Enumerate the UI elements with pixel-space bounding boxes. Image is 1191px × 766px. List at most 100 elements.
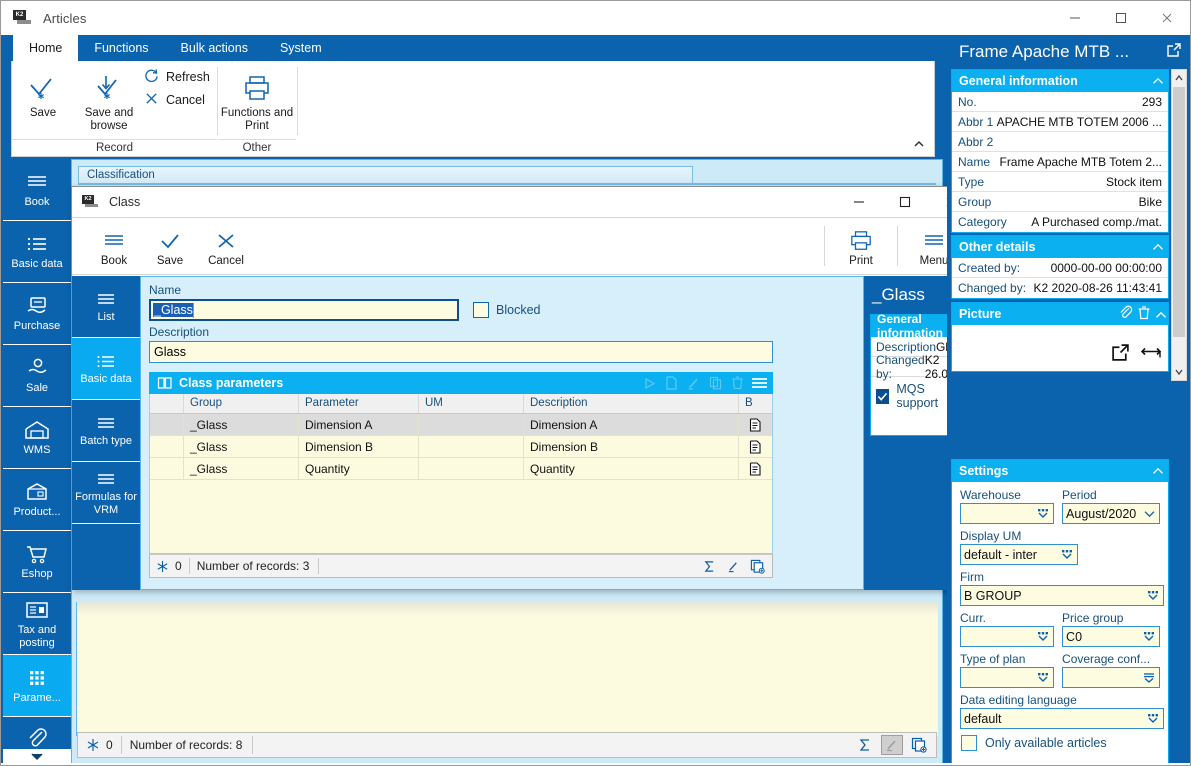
params-sum-button[interactable] [699,557,719,575]
warehouse-input[interactable] [960,503,1055,524]
main-new-record-button[interactable] [908,735,930,755]
functions-and-print-button[interactable]: Functions and Print [218,61,296,133]
type-of-plan-input[interactable] [960,667,1055,688]
open-picture-button[interactable] [1111,343,1130,365]
trash-icon[interactable] [1137,306,1154,323]
period-input[interactable]: August/2020 [1062,503,1160,524]
column-parameter[interactable]: Parameter [299,394,419,413]
params-copy-button[interactable] [706,374,724,392]
note-icon[interactable] [739,414,772,435]
note-icon[interactable] [739,436,772,457]
settings-header[interactable]: Settings [952,460,1168,482]
sidebar-item-wms[interactable]: WMS [3,407,71,469]
column-description[interactable]: Description [524,394,739,413]
dialog-nav-list[interactable]: List [72,276,140,338]
params-new-button[interactable] [662,374,680,392]
chevron-down-icon[interactable] [1143,509,1156,518]
caret-up-icon[interactable] [1172,70,1186,86]
main-sum-button[interactable] [854,735,876,755]
close-icon[interactable] [1144,1,1190,35]
other-details-header[interactable]: Other details [952,236,1168,258]
chevron-up-icon[interactable] [1148,237,1168,257]
picture-header[interactable]: Picture [952,303,1168,325]
display-um-input[interactable]: default - inter [960,544,1078,565]
column-group[interactable]: Group [184,394,299,413]
table-row[interactable]: _Glass Dimension B Dimension B [150,436,772,458]
external-link-icon[interactable] [1166,42,1182,63]
cancel-button[interactable]: Cancel [144,91,216,109]
multi-caret-icon[interactable] [1146,712,1160,725]
sidebar-item-book-label: Book [24,196,50,209]
dialog-book-button[interactable]: Book [86,225,142,267]
description-input[interactable]: Glass [149,341,773,363]
refresh-button[interactable]: Refresh [144,68,216,86]
sidebar-item-sale[interactable]: Sale [3,345,71,407]
sidebar-item-parameters[interactable]: Parame... [3,655,71,717]
tab-bulk-actions[interactable]: Bulk actions [165,35,264,61]
dialog-save-button[interactable]: Save [142,225,198,267]
params-edit-button[interactable] [684,374,702,392]
dialog-nav-basic-data[interactable]: Basic data [72,338,140,400]
paperclip-icon[interactable] [1118,305,1136,323]
coverage-conf-input[interactable] [1062,667,1160,688]
params-run-button[interactable] [640,374,658,392]
dialog-print-button[interactable]: Print [833,225,889,267]
table-row[interactable]: _Glass Quantity Quantity [150,458,772,480]
sidebar-item-book[interactable]: Book [3,159,71,221]
data-editing-language-input[interactable]: default [960,708,1164,729]
ribbon-collapse-icon[interactable] [912,138,928,154]
class-minimize-icon[interactable] [836,187,882,217]
main-edit-button[interactable] [881,735,903,755]
bars-caret-icon[interactable] [1142,671,1156,684]
class-maximize-icon[interactable] [882,187,928,217]
only-available-articles-checkbox[interactable]: Only available articles [960,735,1160,751]
params-menu-button[interactable] [750,374,768,392]
save-and-browse-button[interactable]: Save and browse [74,61,144,133]
cell-parameter: Quantity [299,458,419,479]
sidebar-item-purchase[interactable]: Purchase [3,283,71,345]
dialog-print-label: Print [849,255,873,267]
firm-input[interactable]: B GROUP [960,585,1164,606]
sidebar-item-basic-data[interactable]: Basic data [3,221,71,283]
tab-functions[interactable]: Functions [78,35,164,61]
multi-caret-icon[interactable] [1060,548,1074,561]
maximize-icon[interactable] [1098,1,1144,35]
dialog-nav-batch-type[interactable]: Batch type [72,400,140,462]
multi-caret-icon[interactable] [1036,671,1050,684]
name-input[interactable]: _Glass [149,299,459,321]
minimize-icon[interactable] [1052,1,1098,35]
note-icon[interactable] [739,458,772,479]
multi-caret-icon[interactable] [1142,630,1156,643]
blocked-checkbox[interactable]: Blocked [473,302,540,318]
sidebar-item-product[interactable]: Product... [3,469,71,531]
multi-caret-icon[interactable] [1036,630,1050,643]
chevron-up-icon[interactable] [1148,71,1168,91]
dialog-nav-formulas-for-vrm[interactable]: Formulas for VRM [72,462,140,524]
chevron-up-icon[interactable] [1154,309,1168,323]
sidebar-item-product-label: Product... [13,506,61,519]
curr-input[interactable] [960,626,1055,647]
general-information-header[interactable]: General information [952,70,1168,92]
tab-system[interactable]: System [264,35,338,61]
column-um[interactable]: UM [419,394,524,413]
sidebar-item-eshop[interactable]: Eshop [3,531,71,593]
save-button[interactable]: Save [12,61,74,120]
table-row[interactable]: _Glass Dimension A Dimension A [150,414,772,436]
fit-width-button[interactable] [1140,343,1162,365]
params-new-record-button[interactable] [747,557,767,575]
tab-home[interactable]: Home [13,35,79,61]
price-group-input[interactable]: C0 [1062,626,1160,647]
chevron-up-icon[interactable] [1148,461,1168,481]
params-edit-button[interactable] [723,557,743,575]
multi-caret-icon[interactable] [1146,589,1160,602]
caret-down-icon[interactable] [1172,364,1186,380]
sidebar-item-tax-and-posting[interactable]: Tax and posting [3,593,71,655]
class-dialog-sidebar: List Basic data Batch type Formulas for … [72,276,140,590]
multi-caret-icon[interactable] [1036,507,1050,520]
panel-scrollbar[interactable] [1171,69,1187,381]
params-delete-button[interactable] [728,374,746,392]
scrollbar-thumb[interactable] [1173,87,1185,337]
article-key: Abbr 2 [958,134,994,149]
dialog-cancel-button[interactable]: Cancel [198,225,254,267]
column-b[interactable]: B [739,394,772,413]
